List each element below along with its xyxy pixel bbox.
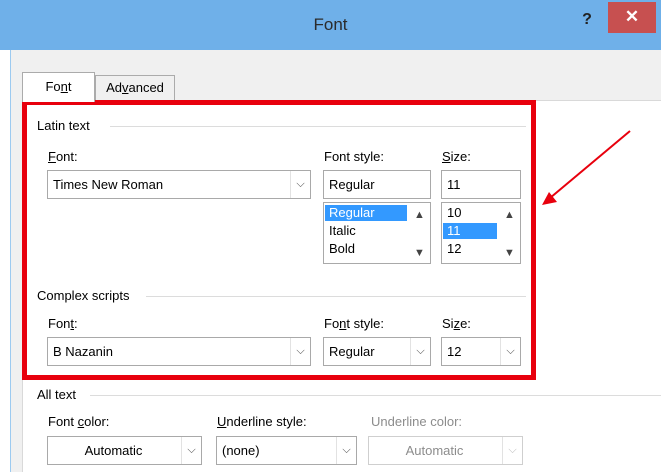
group-label-alltext: All text (37, 387, 82, 403)
list-item[interactable]: 10 (443, 205, 497, 221)
underline-color-label: Underline color: (371, 414, 463, 429)
complex-font-label: Font: (48, 316, 78, 331)
latin-font-label: Font: (48, 149, 78, 164)
group-label-complex: Complex scripts (37, 288, 135, 304)
font-color-label: Font color: (48, 414, 110, 429)
underline-style-label: Underline style: (217, 414, 307, 429)
group-label-latin: Latin text (37, 118, 95, 134)
latin-font-value: Times New Roman (53, 177, 164, 192)
complex-size-combo[interactable]: 12 ⌵ (441, 337, 521, 366)
latin-size-label: Size: (442, 149, 471, 164)
group-divider (110, 126, 526, 127)
chevron-down-icon[interactable]: ⌵ (181, 437, 201, 464)
underline-color-combo: Automatic ⌵ (368, 436, 523, 465)
chevron-up-icon[interactable]: ▲ (411, 206, 428, 224)
list-item[interactable]: 11 (443, 223, 497, 239)
underline-style-combo[interactable]: (none) ⌵ (216, 436, 357, 465)
list-item[interactable]: Regular (325, 205, 407, 221)
complex-style-label: Font style: (324, 316, 384, 331)
list-item[interactable]: Italic (325, 223, 407, 239)
complex-font-combo[interactable]: B Nazanin ⌵ (47, 337, 311, 366)
tab-advanced[interactable]: Advanced (95, 75, 175, 101)
complex-size-label: Size: (442, 316, 471, 331)
chevron-down-icon: ⌵ (502, 437, 522, 464)
latin-style-input[interactable]: Regular (323, 170, 431, 199)
font-color-combo[interactable]: Automatic ⌵ (47, 436, 202, 465)
latin-font-combo[interactable]: Times New Roman ⌵ (47, 170, 311, 199)
latin-size-input[interactable]: 11 (441, 170, 521, 199)
tab-font[interactable]: Font (22, 72, 95, 102)
latin-style-label: Font style: (324, 149, 384, 164)
chevron-down-icon[interactable]: ⌵ (290, 338, 310, 365)
close-icon: ✕ (624, 7, 640, 26)
group-divider (90, 395, 661, 396)
window-title: Font (313, 15, 348, 34)
close-button[interactable]: ✕ (608, 2, 656, 33)
chevron-down-icon[interactable]: ⌵ (290, 171, 310, 198)
chevron-down-icon[interactable]: ⌵ (410, 338, 430, 365)
group-divider (146, 296, 526, 297)
latin-style-list[interactable]: Regular Italic Bold ▲ ▼ (323, 202, 431, 264)
chevron-up-icon[interactable]: ▲ (501, 206, 518, 224)
chevron-down-icon[interactable]: ▼ (411, 244, 428, 262)
list-item[interactable]: Bold (325, 241, 407, 257)
chevron-down-icon[interactable]: ⌵ (500, 338, 520, 365)
chevron-down-icon[interactable]: ▼ (501, 244, 518, 262)
red-arrow-annotation (542, 130, 631, 205)
complex-style-combo[interactable]: Regular ⌵ (323, 337, 431, 366)
help-icon[interactable]: ? (572, 6, 602, 34)
latin-size-list[interactable]: 10 11 12 ▲ ▼ (441, 202, 521, 264)
list-item[interactable]: 12 (443, 241, 497, 257)
chevron-down-icon[interactable]: ⌵ (336, 437, 356, 464)
